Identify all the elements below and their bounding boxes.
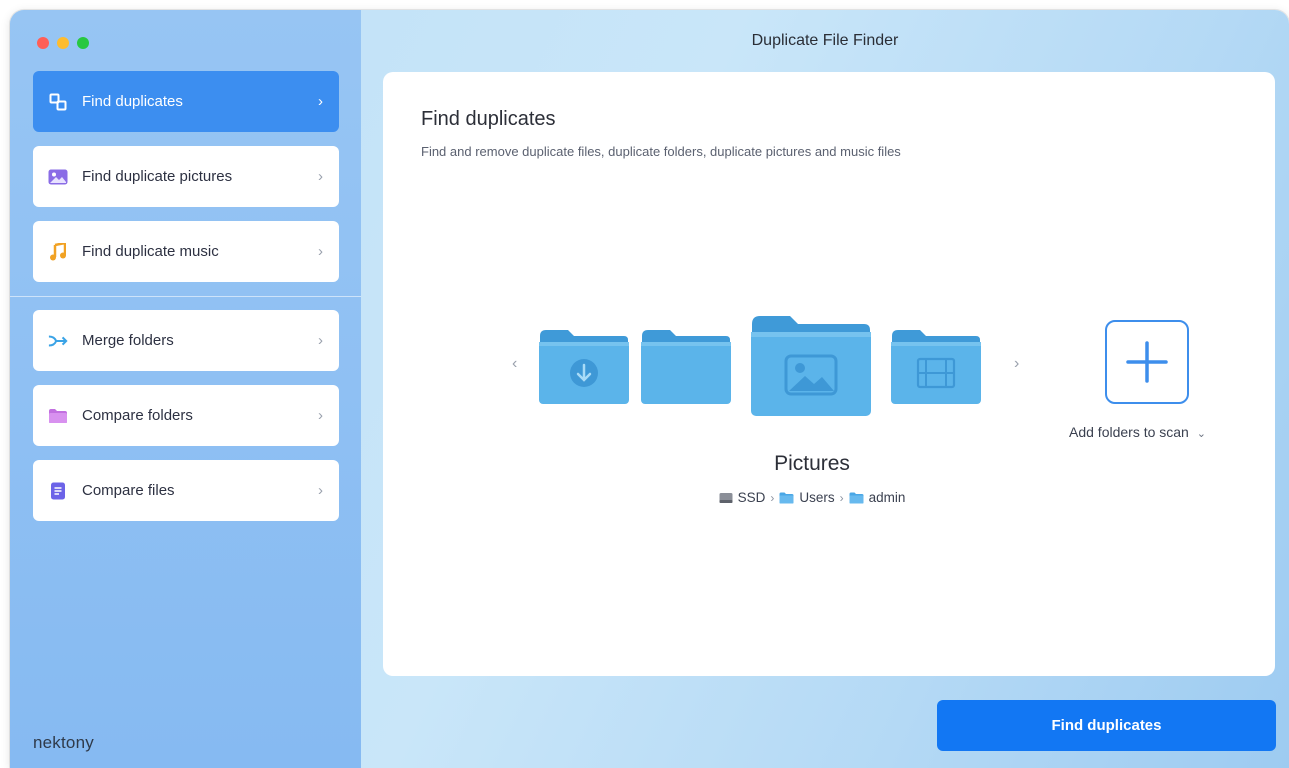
movies-folder-icon[interactable] xyxy=(890,328,982,406)
sidebar-item-label: Merge folders xyxy=(82,332,174,349)
close-window-button[interactable] xyxy=(37,37,49,49)
find-duplicates-button[interactable]: Find duplicates xyxy=(937,700,1276,751)
pictures-folder-icon[interactable] xyxy=(750,314,872,418)
add-folders-dropdown[interactable]: Add folders to scan ⌄ xyxy=(1069,424,1206,440)
chevron-right-icon: › xyxy=(839,490,844,505)
chevron-right-icon: › xyxy=(318,407,323,424)
sidebar-item-label: Find duplicate music xyxy=(82,243,219,260)
add-folders-label: Add folders to scan xyxy=(1069,424,1189,440)
sidebar-item-merge-folders[interactable]: Merge folders › xyxy=(33,310,339,371)
app-window: Find duplicates › Find duplicate picture… xyxy=(10,10,1289,768)
main-panel: Find duplicates Find and remove duplicat… xyxy=(383,72,1275,676)
carousel-next-button[interactable]: › xyxy=(1014,355,1019,373)
chevron-down-icon: ⌄ xyxy=(1196,428,1206,440)
brand-logo: nektony xyxy=(33,733,94,752)
breadcrumb-label: Users xyxy=(799,490,835,505)
document-icon xyxy=(48,481,68,501)
sidebar-item-label: Find duplicate pictures xyxy=(82,168,233,185)
add-folder-button[interactable] xyxy=(1105,320,1189,404)
generic-folder-icon[interactable] xyxy=(640,328,732,406)
drive-icon xyxy=(719,492,733,503)
sidebar-divider xyxy=(10,296,361,297)
chevron-right-icon: › xyxy=(318,243,323,260)
sidebar-item-find-duplicates[interactable]: Find duplicates › xyxy=(33,71,339,132)
window-controls xyxy=(37,37,89,49)
sidebar-item-find-duplicate-music[interactable]: Find duplicate music › xyxy=(33,221,339,282)
chevron-right-icon: › xyxy=(318,168,323,185)
chevron-right-icon: › xyxy=(770,490,775,505)
selected-folder-name: Pictures xyxy=(774,452,850,475)
sidebar-item-compare-files[interactable]: Compare files › xyxy=(33,460,339,521)
sidebar-item-label: Find duplicates xyxy=(82,93,183,110)
sidebar-item-label: Compare files xyxy=(82,482,175,499)
page-subtitle: Find and remove duplicate files, duplica… xyxy=(421,144,901,159)
breadcrumb-item-admin[interactable]: admin xyxy=(849,490,906,505)
breadcrumb: SSD › Users › admin xyxy=(383,490,1241,505)
chevron-right-icon: › xyxy=(318,482,323,499)
picture-icon xyxy=(48,167,68,187)
breadcrumb-item-ssd[interactable]: SSD xyxy=(719,490,766,505)
sidebar-item-find-duplicate-pictures[interactable]: Find duplicate pictures › xyxy=(33,146,339,207)
page-title: Find duplicates xyxy=(421,108,556,130)
folder-icon xyxy=(779,492,794,503)
zoom-window-button[interactable] xyxy=(77,37,89,49)
window-title: Duplicate File Finder xyxy=(751,32,899,49)
sidebar-item-compare-folders[interactable]: Compare folders › xyxy=(33,385,339,446)
minimize-window-button[interactable] xyxy=(57,37,69,49)
sidebar: Find duplicates › Find duplicate picture… xyxy=(10,10,361,768)
folder-icon xyxy=(48,406,68,426)
music-note-icon xyxy=(48,242,68,262)
breadcrumb-label: SSD xyxy=(737,490,766,505)
chevron-right-icon: › xyxy=(318,332,323,349)
downloads-folder-icon[interactable] xyxy=(538,328,630,406)
folder-icon xyxy=(849,492,864,503)
sidebar-item-label: Compare folders xyxy=(82,407,193,424)
merge-arrow-icon xyxy=(48,331,68,351)
carousel-prev-button[interactable]: ‹ xyxy=(512,355,517,373)
duplicate-icon xyxy=(48,92,68,112)
chevron-right-icon: › xyxy=(318,93,323,110)
breadcrumb-label: admin xyxy=(868,490,906,505)
breadcrumb-item-users[interactable]: Users xyxy=(779,490,835,505)
plus-icon xyxy=(1126,341,1168,383)
